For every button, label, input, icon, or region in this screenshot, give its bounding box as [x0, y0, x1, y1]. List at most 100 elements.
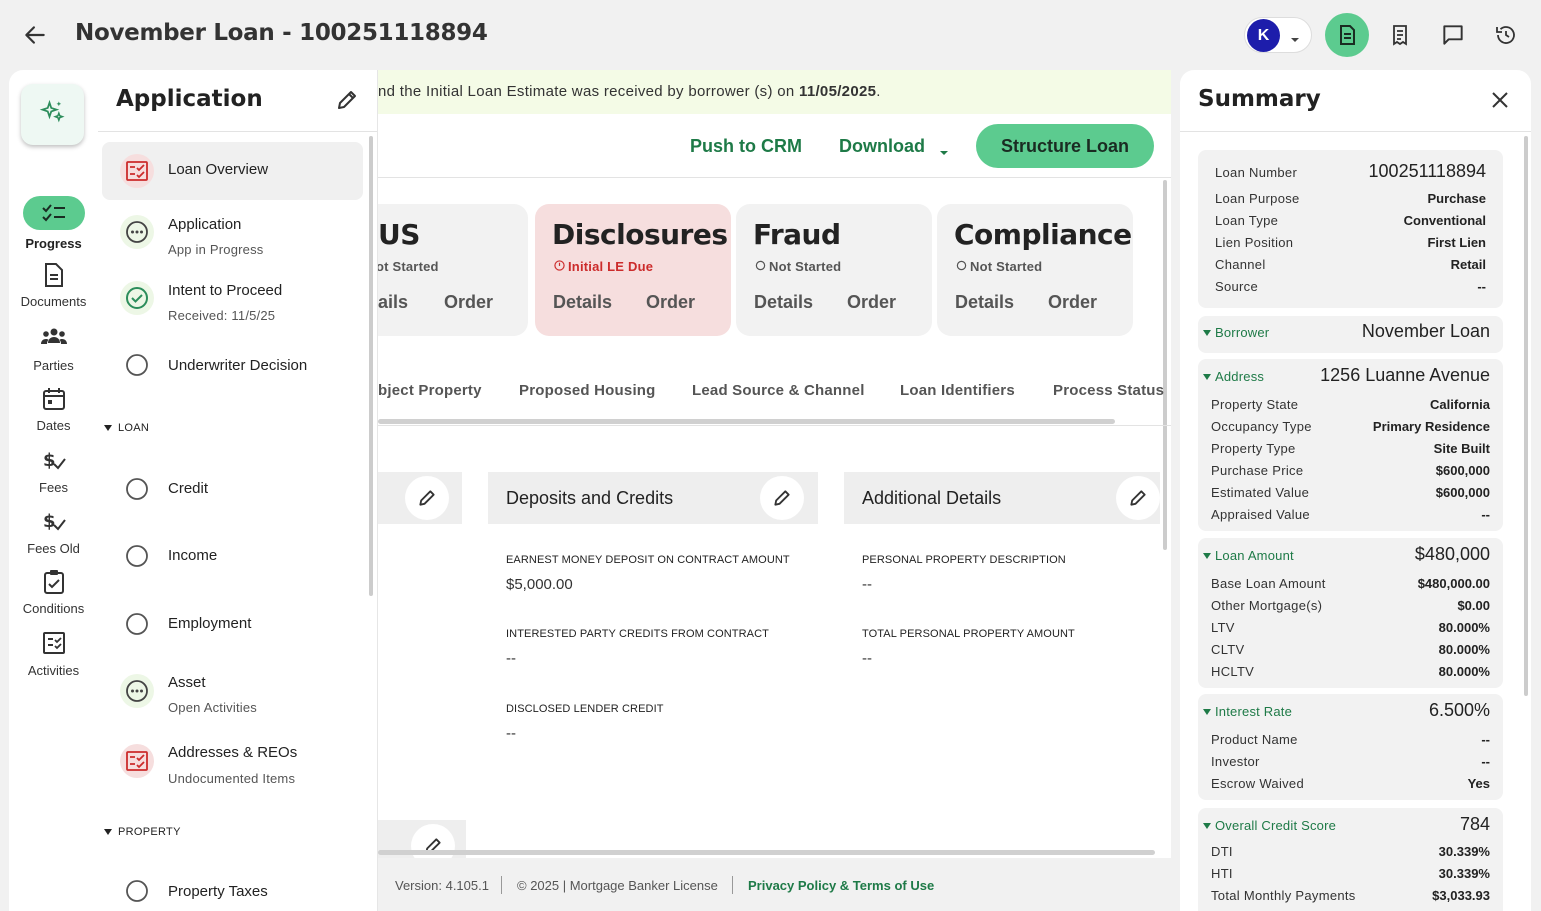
field-label: TOTAL PERSONAL PROPERTY AMOUNT — [862, 628, 1075, 640]
close-icon[interactable] — [1490, 90, 1510, 115]
borrower-toggle[interactable]: Borrower November Loan — [1198, 319, 1503, 349]
step-application[interactable]: Application App in Progress — [102, 202, 363, 260]
rail-dates[interactable]: Dates — [9, 386, 98, 433]
empty-circle-icon — [120, 348, 154, 382]
service-card-fraud: Fraud Not Started Details Order — [736, 204, 932, 336]
alert-clock-icon — [554, 259, 565, 274]
edit-icon[interactable] — [1116, 476, 1160, 520]
tab-lead-source-channel[interactable]: Lead Source & Channel — [692, 382, 865, 399]
chat-icon[interactable] — [1433, 15, 1473, 55]
scrollbar[interactable] — [1163, 180, 1167, 550]
section-tabs: bject Property Proposed Housing Lead Sou… — [378, 370, 1171, 426]
step-intent-to-proceed[interactable]: Intent to Proceed Received: 11/5/25 — [102, 268, 363, 326]
details-link[interactable]: Details — [754, 292, 813, 313]
edit-icon[interactable] — [335, 88, 359, 117]
card-value: $480,000 — [1414, 544, 1490, 564]
card-title: Fraud — [753, 218, 841, 251]
step-credit[interactable]: Credit — [102, 460, 363, 518]
step-addresses-reos[interactable]: Addresses & REOs Undocumented Items — [102, 731, 363, 789]
row-key: Channel — [1215, 257, 1266, 272]
order-link[interactable]: Order — [646, 292, 695, 313]
back-arrow-icon[interactable] — [22, 22, 48, 48]
status-text: Not Started — [970, 259, 1043, 274]
caret-down-icon[interactable] — [938, 144, 950, 162]
row-key: Base Loan Amount — [1211, 576, 1326, 591]
status-text: Initial LE Due — [568, 259, 654, 274]
section-loan-toggle[interactable]: LOAN — [104, 422, 149, 434]
credit-score-toggle[interactable]: Overall Credit Score 784 — [1198, 812, 1503, 842]
step-title: Income — [168, 547, 218, 564]
loan-amount-card: Loan Amount $480,000 Base Loan Amount $4… — [1198, 538, 1503, 688]
loan-file-icon[interactable] — [1325, 13, 1369, 57]
section-property-toggle[interactable]: PROPERTY — [104, 826, 181, 838]
field-label: DISCLOSED LENDER CREDIT — [506, 703, 664, 715]
card-key-label: Loan Amount — [1215, 548, 1294, 563]
row-value: $3,033.93 — [1432, 888, 1490, 903]
summary-row: HTI 30.339% — [1198, 866, 1503, 888]
interest-rate-toggle[interactable]: Interest Rate 6.500% — [1198, 698, 1503, 728]
empty-circle-icon — [120, 874, 154, 908]
section-title: Deposits and Credits — [506, 488, 674, 508]
step-employment[interactable]: Employment — [102, 595, 363, 653]
rail-label: Activities — [27, 663, 80, 678]
step-title: Employment — [168, 615, 252, 632]
rail-fees-old[interactable]: $ Fees Old — [9, 509, 98, 556]
scrollbar[interactable] — [369, 136, 373, 596]
footer: Version: 4.105.1 © 2025 | Mortgage Banke… — [378, 858, 1171, 911]
edit-icon[interactable] — [405, 476, 449, 520]
push-to-crm-button[interactable]: Push to CRM — [690, 136, 802, 157]
ai-assistant-button[interactable] — [21, 84, 84, 145]
tab-process-status[interactable]: Process Status — [1053, 382, 1164, 399]
fees-icon: $ — [9, 448, 98, 476]
structure-loan-button[interactable]: Structure Loan — [976, 124, 1154, 168]
rail-progress[interactable]: Progress — [9, 196, 98, 251]
rail-label: Conditions — [22, 601, 85, 616]
step-property-taxes[interactable]: Property Taxes — [102, 862, 363, 911]
avatar[interactable]: K — [1247, 19, 1280, 52]
card-value: November Loan — [1361, 321, 1490, 341]
horizontal-scrollbar[interactable] — [378, 850, 1155, 855]
rail-conditions[interactable]: Conditions — [9, 569, 98, 616]
rail-fees[interactable]: $ Fees — [9, 448, 98, 495]
receipt-icon[interactable] — [1380, 15, 1420, 55]
step-subtitle: Undocumented Items — [168, 771, 296, 786]
tab-proposed-housing[interactable]: Proposed Housing — [519, 382, 656, 399]
summary-row: Lien Position First Lien — [1198, 235, 1503, 257]
details-link[interactable]: Details — [955, 292, 1014, 313]
row-value: First Lien — [1427, 235, 1486, 250]
privacy-terms-link[interactable]: Privacy Policy & Terms of Use — [748, 878, 934, 893]
tab-loan-identifiers[interactable]: Loan Identifiers — [900, 382, 1015, 399]
scrollbar[interactable] — [1524, 136, 1528, 696]
step-loan-overview[interactable]: Loan Overview — [102, 142, 363, 200]
step-underwriter-decision[interactable]: Underwriter Decision — [102, 336, 363, 394]
loan-info-card: Loan Number 100251118894 Loan Purpose Pu… — [1198, 150, 1503, 308]
order-link[interactable]: Order — [444, 292, 493, 313]
status-text: ot Started — [378, 259, 439, 274]
in-progress-icon — [120, 674, 154, 708]
rail-documents[interactable]: Documents — [9, 262, 98, 309]
tabs-scrollbar[interactable] — [378, 419, 1115, 424]
download-button[interactable]: Download — [839, 136, 925, 157]
application-panel-header: Application — [98, 70, 377, 132]
step-income[interactable]: Income — [102, 527, 363, 585]
user-menu[interactable]: K — [1244, 17, 1312, 53]
row-key: Occupancy Type — [1211, 419, 1312, 434]
rail-parties[interactable]: Parties — [9, 326, 98, 373]
edit-icon[interactable] — [760, 476, 804, 520]
order-link[interactable]: Order — [847, 292, 896, 313]
order-link[interactable]: Order — [1048, 292, 1097, 313]
loan-amount-toggle[interactable]: Loan Amount $480,000 — [1198, 542, 1503, 572]
details-link[interactable]: Details — [553, 292, 612, 313]
rail-label: Progress — [25, 236, 82, 251]
tab-subject-property[interactable]: bject Property — [378, 382, 482, 399]
summary-row: Occupancy Type Primary Residence — [1198, 419, 1503, 441]
row-value: 30.339% — [1438, 866, 1490, 881]
address-toggle[interactable]: Address 1256 Luanne Avenue — [1198, 363, 1503, 393]
rail-activities[interactable]: Activities — [9, 631, 98, 678]
version-text: Version: 4.105.1 — [395, 878, 489, 893]
card-title: US — [378, 218, 420, 251]
caret-down-icon[interactable] — [1289, 31, 1301, 49]
details-link[interactable]: ails — [378, 292, 408, 313]
step-asset[interactable]: Asset Open Activities — [102, 661, 363, 719]
history-icon[interactable] — [1486, 15, 1526, 55]
